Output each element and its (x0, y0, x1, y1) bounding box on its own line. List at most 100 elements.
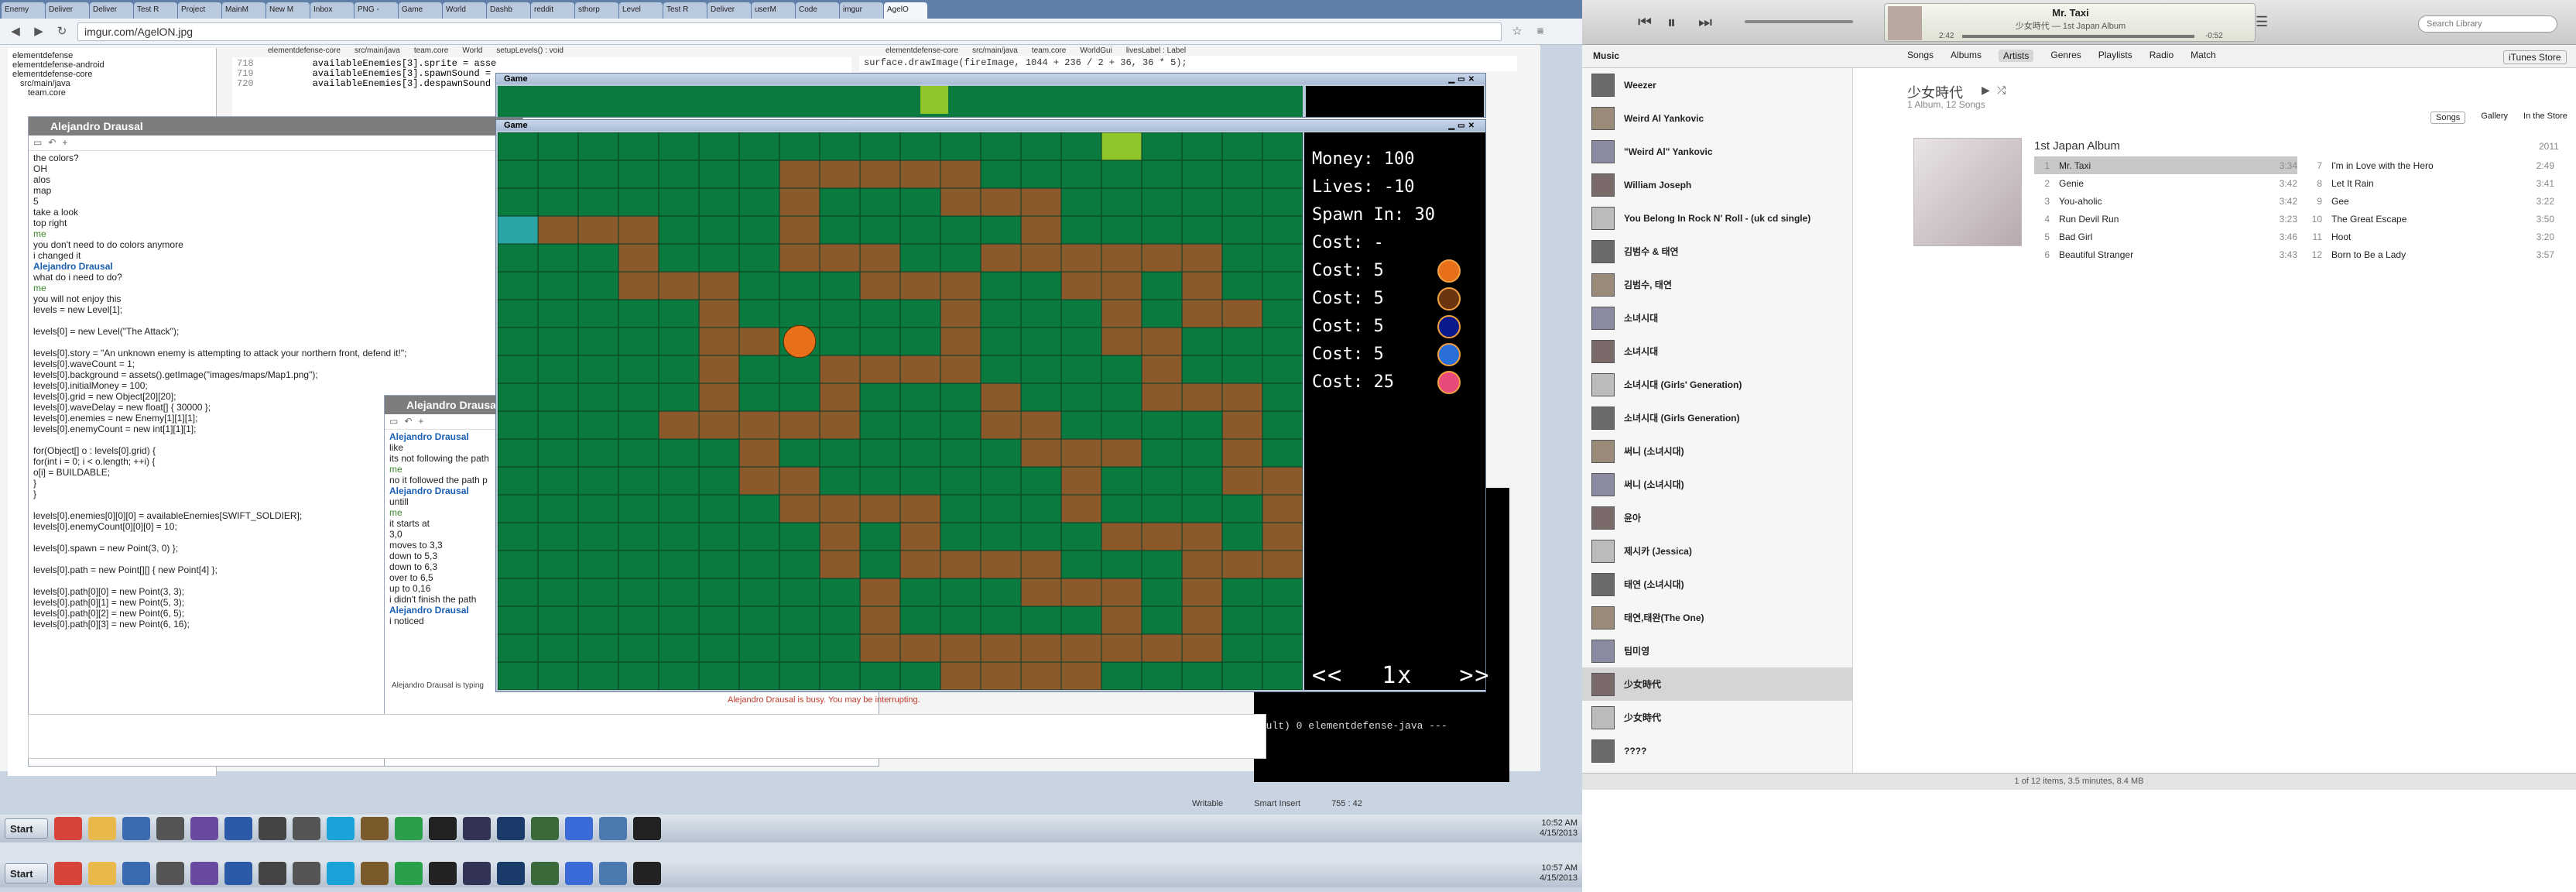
path-tile[interactable] (981, 411, 1021, 439)
path-tile[interactable] (699, 328, 739, 355)
bookmark-star-icon[interactable]: ☆ (1509, 24, 1525, 39)
path-tile[interactable] (981, 383, 1021, 411)
browser-tab[interactable]: MainM (222, 2, 265, 19)
path-tile[interactable] (820, 551, 860, 578)
earth-tower-icon[interactable] (1437, 287, 1461, 310)
p-icon[interactable] (259, 862, 286, 885)
media-icon[interactable] (122, 862, 150, 885)
path-tile[interactable] (860, 606, 900, 634)
view-tab-songs[interactable]: Songs (2430, 112, 2466, 124)
path-tile[interactable] (1222, 467, 1262, 495)
path-tile[interactable] (1021, 411, 1061, 439)
path-tile[interactable] (900, 634, 940, 662)
artist-row[interactable]: 소녀시대 (Girls Generation) (1582, 401, 1852, 434)
game-window-titlebar[interactable]: Game ▁▭✕ (496, 120, 1485, 131)
artist-row[interactable]: 팀미영 (1582, 634, 1852, 667)
chat-input[interactable] (28, 714, 1266, 759)
fire-tower-icon[interactable] (1437, 259, 1461, 283)
path-tile[interactable] (940, 272, 981, 300)
grid-icon[interactable] (633, 817, 661, 840)
grid-icon[interactable] (633, 862, 661, 885)
browser-tab[interactable]: Inbox (310, 2, 354, 19)
game-icon[interactable] (361, 862, 389, 885)
lol-icon[interactable] (497, 817, 525, 840)
track-row[interactable]: 8 Let It Rain 3:41 (2307, 174, 2554, 192)
path-tile[interactable] (1182, 272, 1222, 300)
track-row[interactable]: 6 Beautiful Stranger 3:43 (2034, 245, 2297, 263)
water-tower-icon[interactable] (1437, 315, 1461, 338)
playback-progress[interactable] (1962, 35, 2194, 38)
path-tile[interactable] (1101, 328, 1142, 355)
artist-row[interactable]: 소녀시대 (1582, 301, 1852, 334)
search-input[interactable] (2418, 15, 2557, 33)
nav-tab-radio[interactable]: Radio (2150, 50, 2174, 62)
path-tile[interactable] (981, 634, 1021, 662)
artist-row[interactable]: 김범수 & 태연 (1582, 235, 1852, 268)
path-tile[interactable] (1101, 578, 1142, 606)
path-tile[interactable] (1182, 551, 1222, 578)
browser-tab[interactable]: sthorp (575, 2, 618, 19)
chat-call-icon[interactable]: ↶ (48, 137, 62, 148)
browser-tab[interactable]: Level (619, 2, 663, 19)
path-tile[interactable] (820, 495, 860, 523)
p-icon[interactable] (259, 817, 286, 840)
path-tile[interactable] (1222, 383, 1262, 411)
path-tile[interactable] (900, 551, 940, 578)
lol-icon[interactable] (497, 862, 525, 885)
path-tile[interactable] (699, 383, 739, 411)
path-tile[interactable] (1222, 411, 1262, 439)
ice-tower-icon[interactable] (1437, 343, 1461, 366)
browser-tab[interactable]: Deliver (707, 2, 751, 19)
browser-tab[interactable]: World (443, 2, 486, 19)
path-tile[interactable] (820, 160, 860, 188)
list-menu-icon[interactable]: ☰ (2256, 14, 2268, 30)
slow-down-button[interactable]: << (1312, 662, 1343, 689)
path-tile[interactable] (779, 216, 820, 244)
path-tile[interactable] (1182, 523, 1222, 551)
path-tile[interactable] (860, 634, 900, 662)
track-row[interactable]: 9 Gee 3:22 (2307, 192, 2554, 210)
nav-tab-match[interactable]: Match (2191, 50, 2216, 62)
package-tree-item[interactable]: team.core (12, 88, 211, 98)
game-map-grid[interactable] (498, 132, 1303, 690)
package-tree-item[interactable]: elementdefense-core (12, 70, 211, 79)
path-tile[interactable] (820, 383, 860, 411)
track-row[interactable]: 1 Mr. Taxi 3:34 (2034, 156, 2297, 174)
path-tile[interactable] (860, 578, 900, 606)
next-track-icon[interactable]: ⏭ (1698, 14, 1712, 32)
cmd-icon[interactable] (429, 862, 457, 885)
path-tile[interactable] (1142, 523, 1182, 551)
chrome-icon[interactable] (54, 862, 82, 885)
path-tile[interactable] (1101, 634, 1142, 662)
eclipse-icon[interactable] (190, 862, 218, 885)
path-tile[interactable] (739, 411, 779, 439)
artist-row[interactable]: 써니 (소녀시대) (1582, 434, 1852, 468)
path-tile[interactable] (1021, 578, 1061, 606)
browser-tab[interactable]: Test R (134, 2, 177, 19)
path-tile[interactable] (981, 662, 1021, 690)
path-tile[interactable] (1101, 439, 1142, 467)
address-bar[interactable]: imgur.com/AgelON.jpg (77, 22, 1502, 41)
browser-tab[interactable]: Deliver (90, 2, 133, 19)
disk-icon[interactable] (599, 817, 627, 840)
chat-add-person-icon[interactable]: + (418, 416, 430, 427)
artist-row[interactable]: 소녀시대 (1582, 334, 1852, 368)
path-tile[interactable] (1262, 551, 1303, 578)
browser-tab[interactable]: imgur (840, 2, 883, 19)
java-icon[interactable] (156, 862, 184, 885)
shuffle-icon[interactable]: ⤮ (1997, 84, 2006, 97)
track-row[interactable]: 10 The Great Escape 3:50 (2307, 210, 2554, 228)
path-tile[interactable] (981, 551, 1021, 578)
path-tile[interactable] (1182, 383, 1222, 411)
path-tile[interactable] (1222, 551, 1262, 578)
path-tile[interactable] (940, 355, 981, 383)
chat-video-icon[interactable]: ▭ (389, 416, 404, 427)
forward-arrow-icon[interactable]: ▶ (31, 24, 46, 39)
path-tile[interactable] (739, 467, 779, 495)
path-tile[interactable] (1061, 467, 1101, 495)
media-icon[interactable] (122, 817, 150, 840)
path-tile[interactable] (1061, 495, 1101, 523)
breadcrumb-item[interactable]: src/main/java (355, 46, 400, 57)
path-tile[interactable] (1061, 439, 1101, 467)
track-row[interactable]: 4 Run Devil Run 3:23 (2034, 210, 2297, 228)
